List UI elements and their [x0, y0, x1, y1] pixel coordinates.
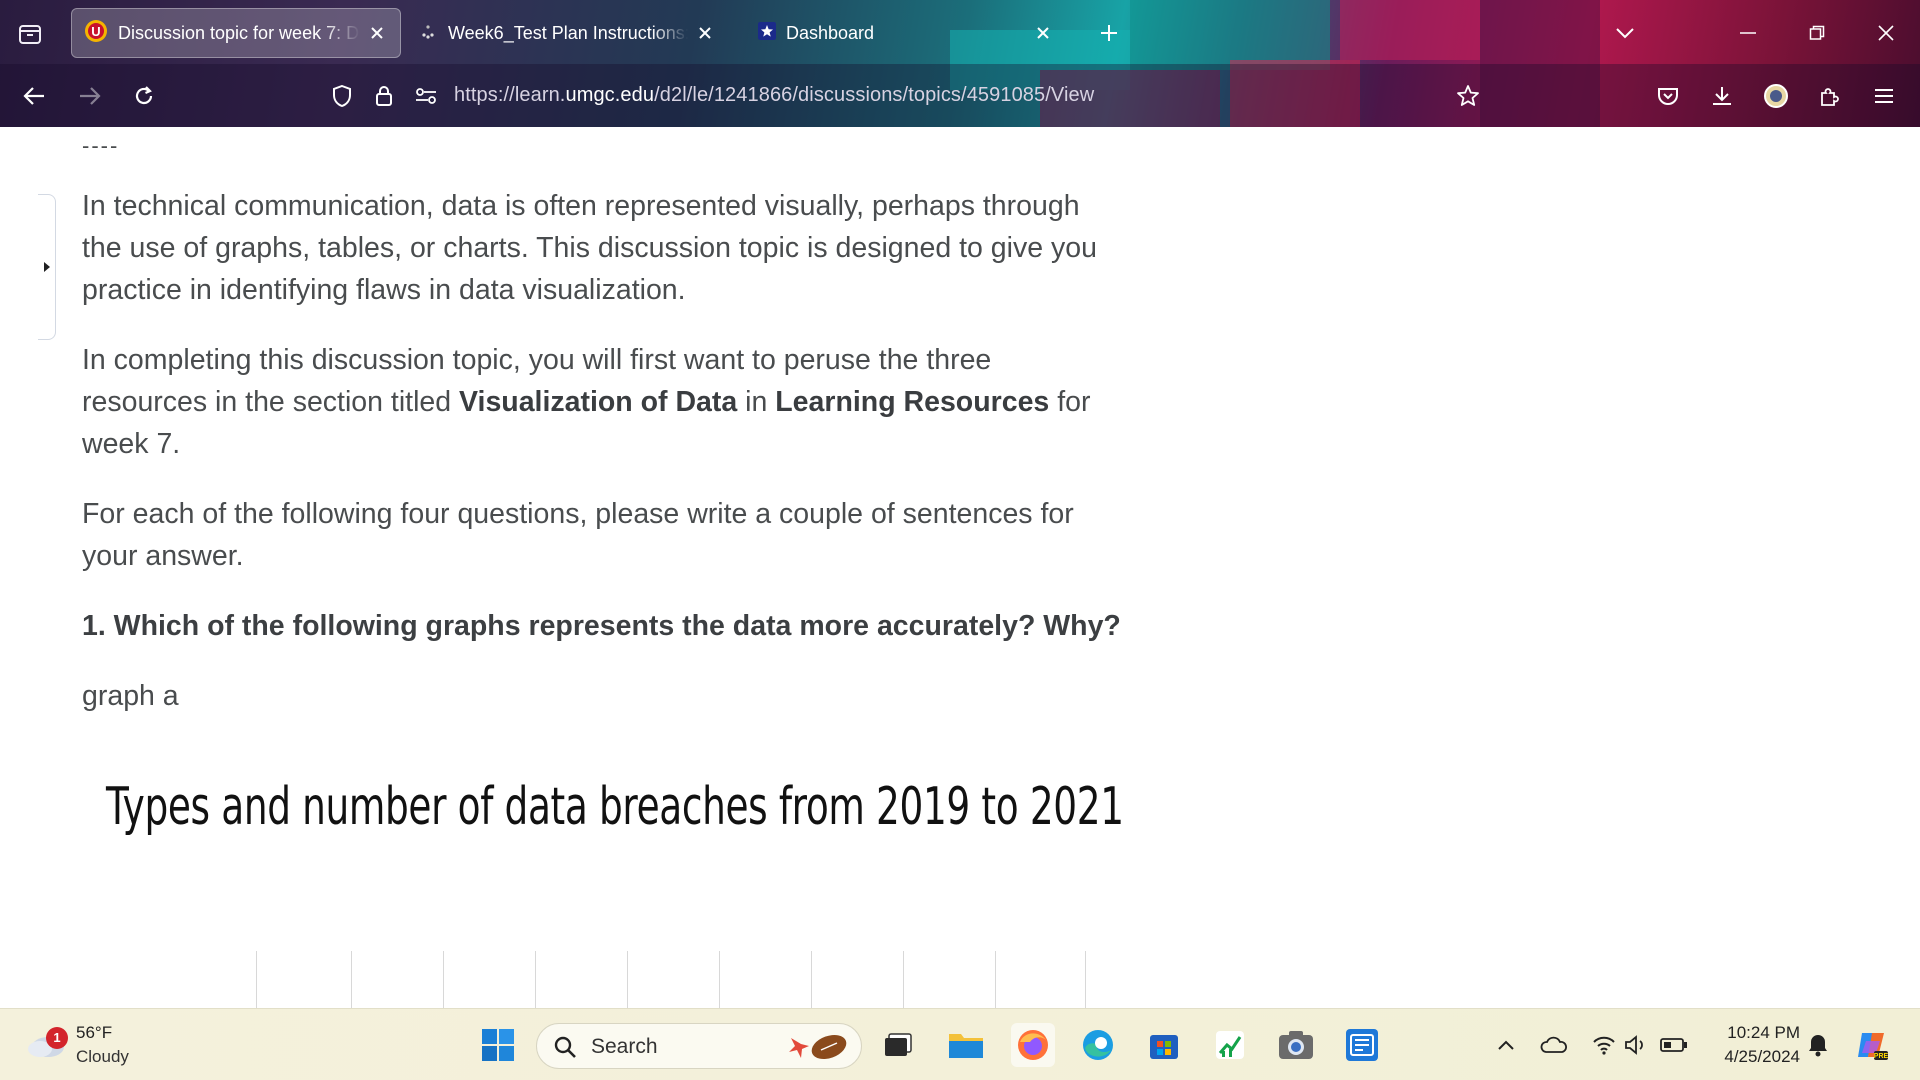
file-explorer-icon[interactable] — [944, 1023, 988, 1067]
separator-text: ---- — [82, 133, 120, 158]
url-text[interactable]: https://learn.umgc.edu/d2l/le/1241866/di… — [454, 84, 1094, 107]
graph-label: graph a — [82, 680, 179, 712]
battery-icon[interactable] — [1652, 1023, 1696, 1067]
tracking-shield-icon[interactable] — [328, 82, 356, 110]
tab-discussion[interactable]: U Discussion topic for week 7: Data — [71, 8, 401, 58]
notification-bell-icon[interactable] — [1796, 1023, 1840, 1067]
gridline — [351, 951, 352, 1008]
search-icon — [554, 1036, 576, 1058]
clock[interactable]: 10:24 PM 4/25/2024 — [1700, 1021, 1800, 1069]
app-menu-icon[interactable] — [1868, 80, 1900, 112]
weather-temp: 56°F — [76, 1023, 113, 1042]
instructions-paragraph: For each of the following four questions… — [82, 498, 1074, 572]
lock-icon[interactable] — [370, 82, 398, 110]
restore-icon[interactable] — [1802, 18, 1832, 48]
new-tab-button[interactable] — [1094, 18, 1124, 48]
address-bar[interactable]: https://learn.umgc.edu/d2l/le/1241866/di… — [318, 72, 1479, 120]
tab-list-icon[interactable] — [14, 18, 46, 50]
account-avatar-icon[interactable] — [1760, 80, 1792, 112]
intro-paragraph: In technical communication, data is ofte… — [82, 190, 1097, 306]
tab-bar: U Discussion topic for week 7: Data Week… — [0, 0, 1920, 64]
gridline — [1085, 951, 1086, 1008]
clock-time: 10:24 PM — [1727, 1023, 1800, 1042]
weather-condition: Cloudy — [76, 1047, 129, 1066]
pocket-icon[interactable] — [1652, 80, 1684, 112]
svg-text:PRE: PRE — [1874, 1053, 1889, 1060]
gridline — [256, 951, 257, 1008]
forward-button[interactable] — [74, 80, 106, 112]
sidebar-toggle[interactable] — [38, 194, 56, 340]
bold-text: Visualization of Data — [459, 386, 738, 418]
reload-button[interactable] — [128, 80, 160, 112]
gridline — [811, 951, 812, 1008]
windows-taskbar: 1 56°F Cloudy Search 10:24 PM 4/25/2024 … — [0, 1008, 1920, 1080]
firefox-taskbar-icon[interactable] — [1011, 1023, 1055, 1067]
text-run: in — [737, 386, 776, 418]
discussion-body: In technical communication, data is ofte… — [82, 185, 1122, 745]
bookmark-star-icon[interactable] — [1454, 82, 1482, 110]
task-view-icon[interactable] — [876, 1023, 920, 1067]
camera-icon[interactable] — [1274, 1023, 1318, 1067]
gridline — [719, 951, 720, 1008]
svg-text:U: U — [91, 24, 100, 39]
clock-date: 4/25/2024 — [1724, 1047, 1800, 1066]
copilot-icon[interactable]: PRE — [1850, 1023, 1894, 1067]
bold-text: Learning Resources — [775, 386, 1050, 418]
downloads-icon[interactable] — [1706, 80, 1738, 112]
permissions-icon[interactable] — [412, 82, 440, 110]
gridline — [627, 951, 628, 1008]
url-host: umgc.edu — [565, 84, 655, 106]
close-icon[interactable] — [1032, 22, 1054, 44]
gridline — [995, 951, 996, 1008]
umgc-favicon-icon: U — [84, 19, 108, 48]
minimize-icon[interactable] — [1733, 18, 1763, 48]
search-placeholder: Search — [591, 1035, 658, 1058]
url-scheme: https://learn. — [454, 84, 566, 106]
gridline — [443, 951, 444, 1008]
weather-widget[interactable]: 1 56°F Cloudy — [26, 1019, 166, 1071]
windows-start-icon[interactable] — [476, 1023, 520, 1067]
window-close-icon[interactable] — [1871, 18, 1901, 48]
list-all-tabs-icon[interactable] — [1610, 18, 1640, 48]
stocks-icon[interactable] — [1208, 1023, 1252, 1067]
chevron-up-icon[interactable] — [1484, 1023, 1528, 1067]
taskbar-search[interactable]: Search — [536, 1023, 862, 1069]
url-path: /d2l/le/1241866/discussions/topics/45910… — [654, 84, 1095, 106]
loading-favicon-icon — [418, 21, 438, 46]
extensions-icon[interactable] — [1814, 80, 1846, 112]
onedrive-icon[interactable] — [1532, 1023, 1576, 1067]
page-content: ---- In technical communication, data is… — [0, 127, 1920, 1008]
tab-dashboard[interactable]: Dashboard — [746, 8, 1066, 58]
chart-gridlines — [256, 951, 1086, 1008]
football-search-highlight-icon — [789, 1034, 847, 1060]
tab-test-plan[interactable]: Week6_Test Plan Instructions: The — [406, 8, 728, 58]
question-1: 1. Which of the following graphs represe… — [82, 610, 1121, 642]
caret-right-icon — [43, 262, 50, 272]
star-favicon-icon — [758, 21, 776, 45]
tab-title: Dashboard — [786, 22, 875, 43]
close-icon[interactable] — [694, 22, 716, 44]
edge-icon[interactable] — [1076, 1023, 1120, 1067]
close-icon[interactable] — [366, 22, 388, 44]
tab-title: Week6_Test Plan Instructions: The — [448, 22, 688, 43]
gridline — [535, 951, 536, 1008]
chart-title: Types and number of data breaches from 2… — [106, 777, 1124, 837]
news-app-icon[interactable] — [1340, 1023, 1384, 1067]
browser-chrome: U Discussion topic for week 7: Data Week… — [0, 0, 1920, 127]
tab-title: Discussion topic for week 7: Data — [118, 22, 360, 43]
resources-paragraph: In completing this discussion topic, you… — [82, 339, 1122, 465]
back-button[interactable] — [18, 80, 50, 112]
microsoft-store-icon[interactable] — [1142, 1023, 1186, 1067]
gridline — [903, 951, 904, 1008]
weather-badge: 1 — [46, 1027, 68, 1049]
